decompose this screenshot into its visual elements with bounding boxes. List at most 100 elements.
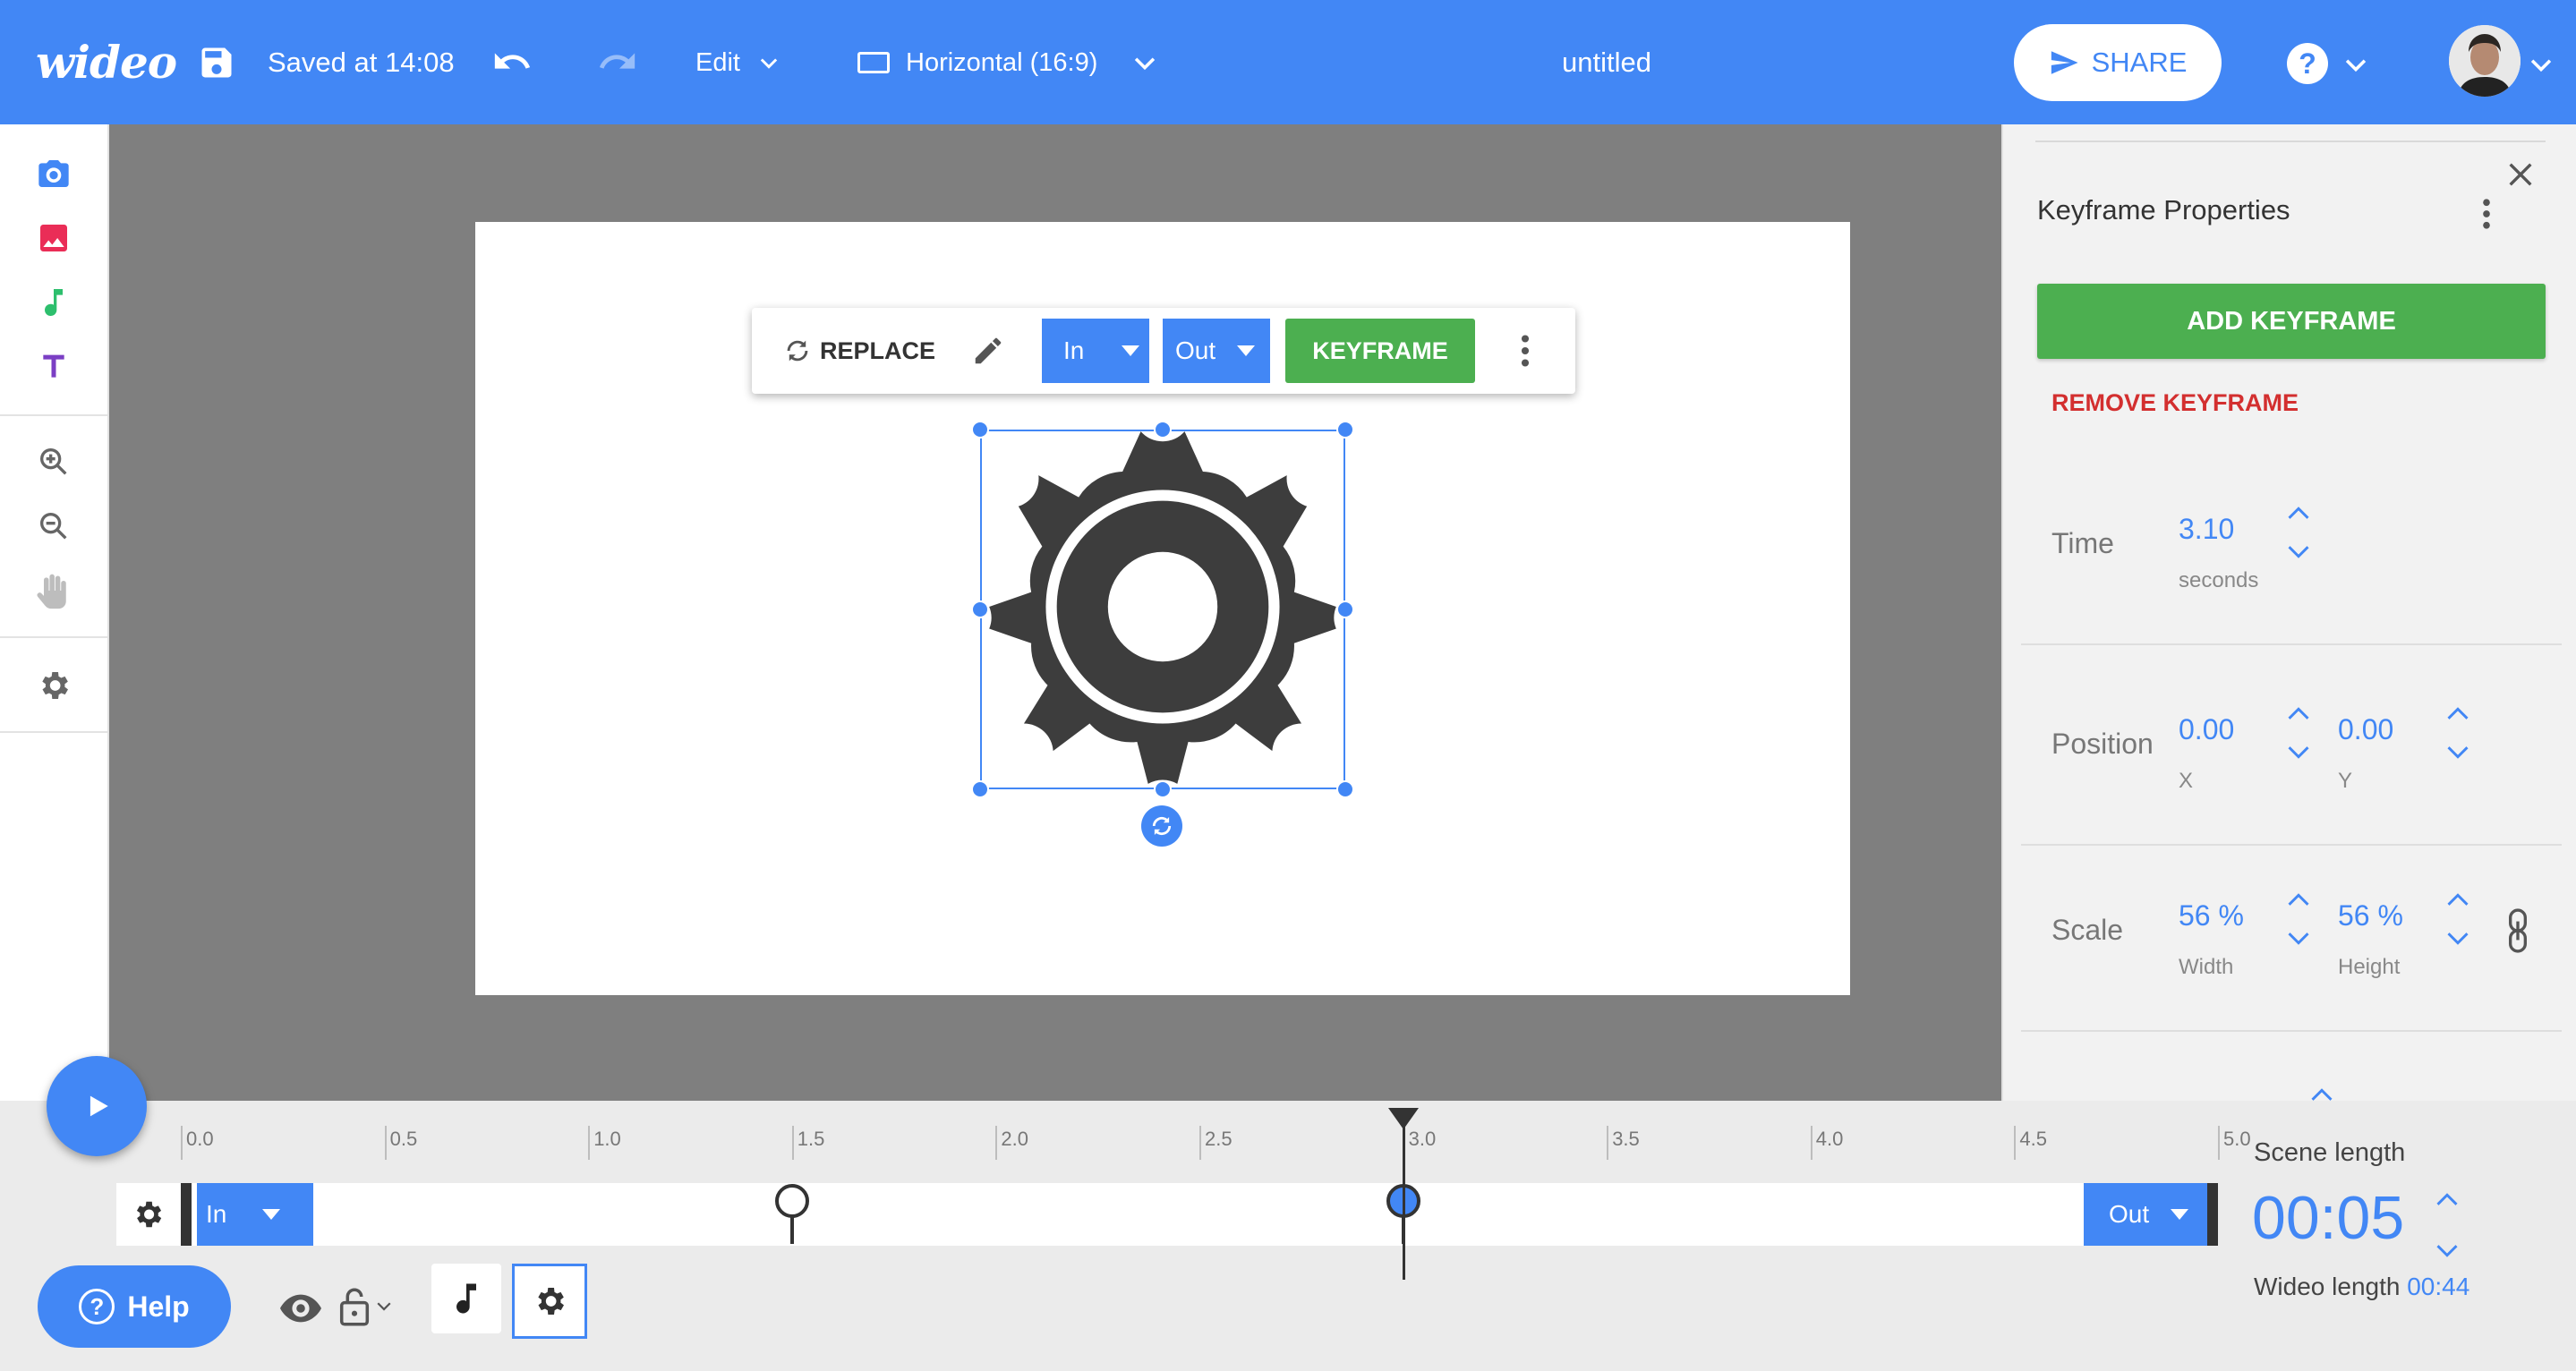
wideo-length-value: 00:44 [2407,1273,2470,1300]
format-selector[interactable]: Horizontal (16:9) [857,39,1097,86]
ruler-label: 5.0 [2223,1128,2251,1150]
remove-keyframe-button[interactable]: REMOVE KEYFRAME [2051,389,2299,417]
timeline-in-dropdown[interactable]: In [197,1183,313,1246]
music-note-icon [456,1283,476,1314]
timeline-in-label: In [206,1200,227,1228]
layer-music-button[interactable] [431,1264,501,1333]
edit-menu[interactable]: Edit [695,39,781,86]
toolbar-divider [0,414,107,416]
in-bracket-handle[interactable] [181,1183,192,1246]
resize-handle-bottom[interactable] [1154,780,1172,798]
timeline-out-dropdown[interactable]: Out [2084,1183,2207,1246]
rotation-stepper-partial[interactable] [2304,1086,2340,1101]
rotate-handle[interactable] [1141,805,1182,847]
eye-icon[interactable] [279,1290,322,1326]
play-button[interactable] [47,1056,147,1156]
scale-width-input[interactable]: 56 % [2179,899,2244,932]
chevron-down-icon [377,1302,391,1311]
element-context-toolbar: REPLACE In Out KEYFRAME [752,308,1575,394]
redo-icon[interactable] [596,41,639,82]
panel-divider [2021,1030,2562,1032]
scene-length-value[interactable]: 00:05 [2252,1183,2404,1253]
help-button[interactable]: ? Help [38,1265,231,1348]
screen-icon [857,52,890,73]
position-x-stepper[interactable] [2281,704,2316,762]
scale-label: Scale [2051,914,2124,946]
time-label: Time [2051,527,2114,559]
keyframe-button[interactable]: KEYFRAME [1285,319,1475,383]
scale-width-stepper[interactable] [2281,890,2316,948]
camera-icon[interactable] [33,153,74,194]
save-icon[interactable] [197,43,236,82]
position-y-input[interactable]: 0.00 [2338,713,2393,746]
out-bracket-handle[interactable] [2207,1183,2218,1246]
resize-handle-bottom-left[interactable] [971,780,989,798]
image-icon[interactable] [33,217,74,259]
resize-handle-right[interactable] [1336,600,1354,618]
settings-gear-icon[interactable] [33,665,74,706]
avatar[interactable] [2449,25,2521,97]
text-icon[interactable] [33,346,74,387]
pencil-icon[interactable] [967,329,1010,372]
wideo-logo[interactable]: wideo [36,32,177,91]
ruler-tick [384,1126,387,1160]
chevron-down-icon[interactable] [1130,43,1165,82]
caret-down-icon [2171,1209,2189,1220]
resize-handle-bottom-right[interactable] [1336,780,1354,798]
position-x-input[interactable]: 0.00 [2179,713,2234,746]
resize-handle-top[interactable] [1154,421,1172,439]
chevron-down-icon [760,58,778,69]
toolbar-divider [0,731,107,733]
chevron-down-icon[interactable] [2526,47,2562,82]
out-animation-dropdown[interactable]: Out [1163,319,1270,383]
position-y-stepper[interactable] [2440,704,2476,762]
replace-label: REPLACE [820,336,936,364]
music-note-icon[interactable] [33,282,74,323]
ruler-tick [995,1126,998,1160]
rotate-icon [1152,816,1172,836]
zoom-in-icon[interactable] [33,441,74,482]
top-bar: wideo Saved at 14:08 Edit Horizontal (16… [0,0,2576,124]
ruler-tick [2014,1126,2017,1160]
more-vertical-icon[interactable] [2469,192,2504,235]
scene-length-stepper[interactable] [2429,1190,2465,1260]
time-stepper[interactable] [2281,504,2316,561]
close-icon[interactable] [2501,155,2540,194]
undo-icon[interactable] [490,41,533,82]
scale-height-stepper[interactable] [2440,890,2476,948]
ruler-label: 2.5 [1205,1128,1233,1150]
timeline-track[interactable] [116,1183,2218,1246]
chevron-up-icon [2447,707,2469,720]
hand-icon[interactable] [33,570,74,611]
zoom-out-icon[interactable] [33,506,74,547]
resize-handle-top-left[interactable] [971,421,989,439]
scale-height-input[interactable]: 56 % [2338,899,2403,932]
chevron-down-icon [2288,746,2309,759]
toolbar-divider [0,636,107,638]
help-icon[interactable]: ? [2287,43,2328,84]
chevron-down-icon[interactable] [2341,47,2376,82]
layer-gear-button[interactable] [512,1264,587,1339]
time-value-input[interactable]: 3.10 [2179,513,2234,546]
ruler-tick [588,1126,591,1160]
share-button[interactable]: SHARE [2014,24,2222,101]
ruler-label: 1.0 [593,1128,621,1150]
playhead-handle[interactable] [1387,1108,1419,1129]
more-vertical-icon[interactable] [1504,329,1547,372]
lock-icon[interactable] [338,1285,401,1328]
document-title[interactable]: untitled [1477,39,1736,86]
link-aspect-icon[interactable] [2504,908,2531,953]
add-keyframe-button[interactable]: ADD KEYFRAME [2037,284,2546,359]
keyframe-marker[interactable] [774,1183,810,1246]
replace-button[interactable]: REPLACE [782,329,935,372]
resize-handle-left[interactable] [971,600,989,618]
chevron-up-icon [2436,1193,2458,1205]
position-x-label: X [2179,769,2194,793]
resize-handle-top-right[interactable] [1336,421,1354,439]
selection-box [980,430,1345,789]
send-icon [2051,51,2078,74]
help-label: Help [127,1290,190,1323]
ruler-label: 2.0 [1001,1128,1028,1150]
in-animation-dropdown[interactable]: In [1042,319,1149,383]
caret-down-icon [1237,345,1256,356]
